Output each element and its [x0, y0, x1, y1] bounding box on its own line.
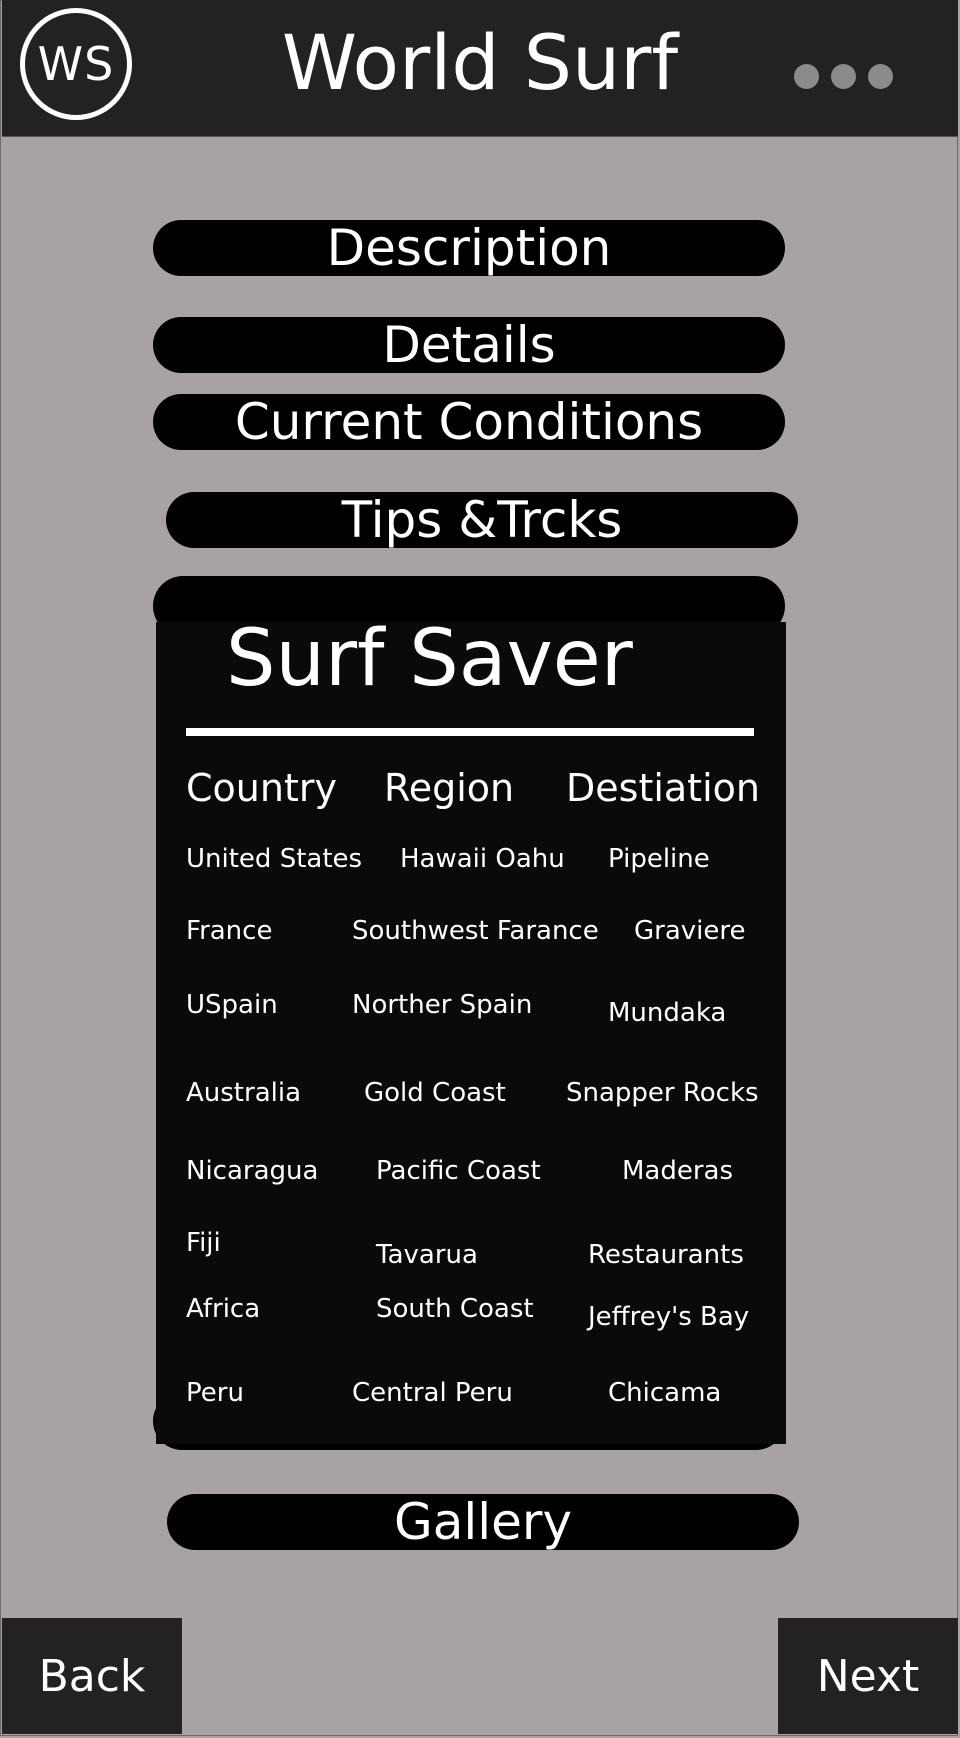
table-cell-region: Gold Coast: [364, 1078, 506, 1108]
title-divider: [186, 728, 754, 736]
table-cell-country: Fiji: [186, 1228, 221, 1258]
table-cell-destination[interactable]: Snapper Rocks: [566, 1078, 759, 1108]
table-cell-region: Norther Spain: [352, 990, 533, 1020]
table-cell-region: South Coast: [376, 1294, 534, 1324]
table-cell-destination[interactable]: Mundaka: [608, 998, 726, 1028]
table-cell-country: Australia: [186, 1078, 302, 1108]
back-button[interactable]: Back: [2, 1618, 182, 1734]
column-header-region: Region: [384, 766, 515, 810]
current-conditions-button[interactable]: Current Conditions: [153, 393, 785, 451]
surf-saver-title: Surf Saver: [226, 614, 633, 704]
more-dot: [794, 64, 819, 89]
table-cell-destination[interactable]: Restaurants: [588, 1240, 744, 1270]
more-dot: [831, 64, 856, 89]
next-button[interactable]: Next: [778, 1618, 958, 1734]
table-cell-destination[interactable]: Jeffrey's Bay: [588, 1302, 749, 1332]
table-cell-country: Africa: [186, 1294, 261, 1324]
app-title: World Surf: [281, 18, 679, 107]
table-cell-country: France: [186, 916, 273, 946]
surf-saver-panel: Surf Saver Country Region Destiation Uni…: [156, 614, 786, 1444]
table-cell-destination[interactable]: Pipeline: [608, 844, 710, 874]
table-cell-destination[interactable]: Graviere: [634, 916, 746, 946]
table-cell-region: Hawaii Oahu: [400, 844, 565, 874]
gallery-button[interactable]: Gallery: [167, 1493, 799, 1551]
table-cell-country: Nicaragua: [186, 1156, 319, 1186]
table-cell-region: Pacific Coast: [376, 1156, 541, 1186]
more-dot: [868, 64, 893, 89]
description-button[interactable]: Description: [153, 219, 785, 277]
details-button[interactable]: Details: [153, 316, 785, 374]
table-cell-destination[interactable]: Chicama: [608, 1378, 721, 1408]
app-header: WS World Surf: [2, 0, 958, 137]
table-cell-region: Southwest Farance: [352, 916, 599, 946]
table-cell-destination[interactable]: Maderas: [622, 1156, 733, 1186]
table-cell-country: United States: [186, 844, 363, 874]
column-header-destination: Destiation: [566, 766, 760, 810]
table-cell-country: USpain: [186, 990, 278, 1020]
table-cell-region: Central Peru: [352, 1378, 513, 1408]
table-cell-region: Tavarua: [376, 1240, 478, 1270]
tips-tricks-button[interactable]: Tips &Trcks: [166, 491, 798, 549]
more-horizontal-icon[interactable]: [794, 64, 893, 89]
table-cell-country: Peru: [186, 1378, 244, 1408]
column-header-country: Country: [186, 766, 337, 810]
